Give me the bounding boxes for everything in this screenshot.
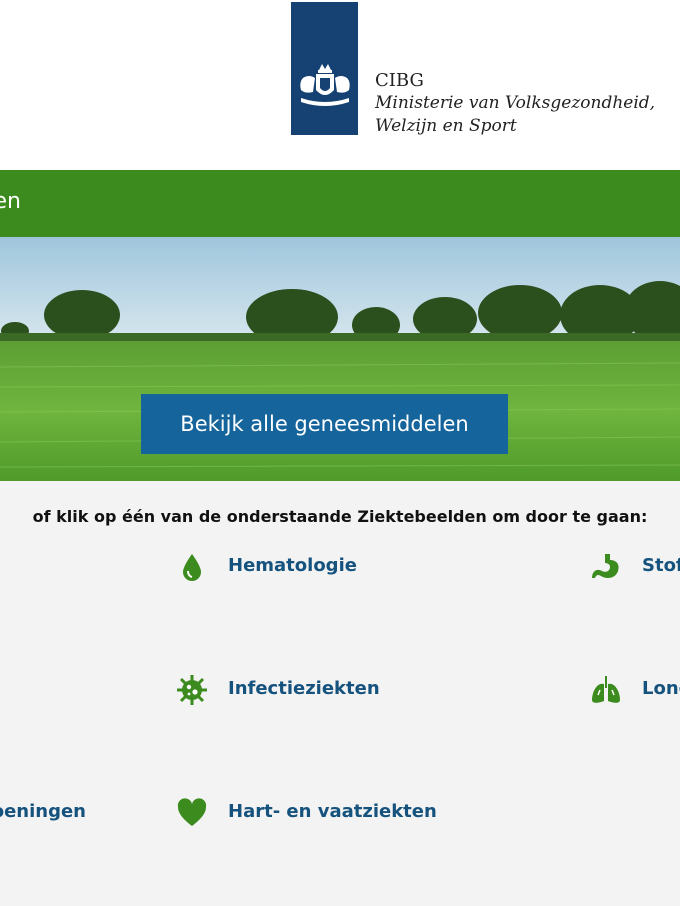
intro-text: of klik op één van de onderstaande Ziekt…: [32, 507, 648, 526]
category-label: Hart- en vaatziekten: [228, 801, 437, 822]
category-label: Infectieziekten: [228, 678, 380, 699]
category-lung-diseases[interactable]: Long: [590, 674, 680, 708]
category-label: oeningen: [0, 801, 86, 822]
virus-icon: [177, 675, 207, 705]
site-header: CIBG Ministerie van Volksgezondheid, Wel…: [0, 0, 680, 170]
nav-link-partial[interactable]: en: [0, 188, 21, 216]
category-label: Hematologie: [228, 555, 357, 576]
hero-banner: Bekijk alle geneesmiddelen: [0, 237, 680, 481]
category-metabolic[interactable]: Stof: [590, 551, 680, 585]
coat-of-arms-icon: [300, 64, 350, 106]
stomach-icon: [592, 554, 619, 579]
heart-icon: [177, 798, 207, 826]
org-abbreviation: CIBG: [375, 70, 424, 91]
organization-name: CIBG Ministerie van Volksgezondheid, Wel…: [375, 70, 655, 138]
category-label: Long: [642, 678, 680, 699]
green-nav-bar: en: [0, 170, 680, 237]
view-all-medicines-button[interactable]: Bekijk alle geneesmiddelen: [141, 394, 508, 454]
blood-drop-icon: [183, 554, 201, 581]
lungs-icon: [592, 676, 620, 703]
category-label: Stof: [642, 555, 680, 576]
government-logo[interactable]: [291, 2, 358, 135]
category-left-partial[interactable]: oeningen: [0, 797, 120, 831]
ministry-line-2: Welzijn en Sport: [375, 116, 517, 136]
ministry-line-1: Ministerie van Volksgezondheid,: [375, 93, 656, 113]
